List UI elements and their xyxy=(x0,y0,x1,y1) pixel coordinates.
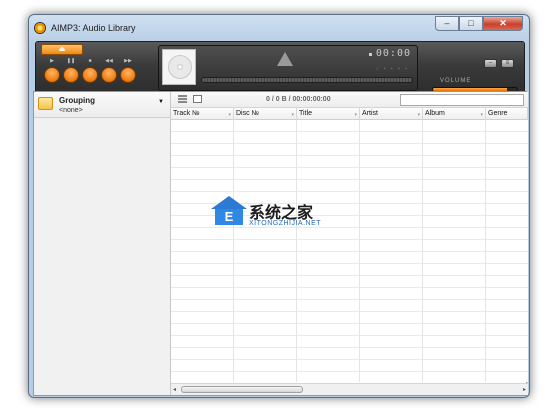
time-readout[interactable]: 00:00 xyxy=(376,48,411,59)
library-toolbar: 0 / 0 B / 00:00:00:00 xyxy=(171,92,528,108)
play-icon: ▶ xyxy=(50,58,54,64)
column-album[interactable]: Album ▾ xyxy=(423,108,486,120)
column-label: Artist xyxy=(362,110,378,117)
grouping-panel: Grouping <none> ▼ xyxy=(34,92,171,395)
grouping-title: Grouping xyxy=(59,96,95,105)
album-cover xyxy=(162,49,196,85)
scroll-left-icon[interactable]: ◂ xyxy=(173,386,176,393)
scroll-right-icon[interactable]: ▸ xyxy=(523,386,526,393)
minimize-player-button[interactable]: – xyxy=(484,59,497,68)
column-label: Disc № xyxy=(236,110,260,117)
sort-icon: ▾ xyxy=(354,112,357,118)
column-label: Title xyxy=(299,110,312,117)
volume-label: VOLUME xyxy=(440,78,472,84)
next-button[interactable]: ▶▶ xyxy=(120,58,136,83)
previous-button[interactable]: ◀◀ xyxy=(101,58,117,83)
track-display: 00:00 ♪ ▪ ▪ ▪ ▪ xyxy=(158,45,418,91)
aimp-app-icon[interactable] xyxy=(34,22,46,34)
watermark-english: XITONGZHIJIA.NET xyxy=(249,220,322,227)
track-table: Track № ▾ Disc № ▾ Title ▾ Artist ▾ Album ▾ G… xyxy=(171,108,528,382)
play-button[interactable]: ▶ xyxy=(44,58,60,83)
grouping-value: <none> xyxy=(59,107,83,114)
menu-button[interactable]: ≡ xyxy=(501,59,514,68)
cd-icon xyxy=(168,55,192,79)
caption-buttons: – □ ✕ xyxy=(435,16,523,31)
table-body[interactable] xyxy=(171,120,528,382)
maximize-button[interactable]: □ xyxy=(459,16,483,31)
next-icon: ▶▶ xyxy=(124,58,132,64)
status-indicator xyxy=(369,53,372,56)
title-bar[interactable]: AIMP3: Audio Library – □ ✕ xyxy=(29,15,529,41)
scroll-thumb[interactable] xyxy=(181,386,303,393)
mode-icons[interactable]: ♪ ▪ ▪ ▪ ▪ xyxy=(376,66,409,72)
minimize-button[interactable]: – xyxy=(435,16,459,31)
list-view-icon[interactable] xyxy=(178,95,187,103)
dropdown-arrow-icon[interactable]: ▼ xyxy=(158,99,164,105)
table-header: Track № ▾ Disc № ▾ Title ▾ Artist ▾ Album ▾ G… xyxy=(171,108,528,120)
logo-letter: E xyxy=(215,209,243,225)
window-title: AIMP3: Audio Library xyxy=(51,23,136,33)
column-artist[interactable]: Artist ▾ xyxy=(360,108,423,120)
next-knob[interactable] xyxy=(120,67,136,83)
aimp-logo-icon xyxy=(277,52,293,66)
stop-knob[interactable] xyxy=(82,67,98,83)
house-logo-icon: E xyxy=(211,196,247,226)
logo-roof xyxy=(211,196,247,209)
sort-icon: ▾ xyxy=(291,112,294,118)
pause-icon: ❚❚ xyxy=(66,58,76,64)
search-input[interactable] xyxy=(400,94,524,106)
sort-icon: ▾ xyxy=(228,112,231,118)
sort-icon: ▾ xyxy=(417,112,420,118)
column-track-number[interactable]: Track № ▾ xyxy=(171,108,234,120)
folder-icon xyxy=(38,97,53,110)
pause-button[interactable]: ❚❚ xyxy=(63,58,79,83)
album-view-icon[interactable] xyxy=(193,95,202,103)
close-button[interactable]: ✕ xyxy=(483,16,523,31)
pause-knob[interactable] xyxy=(63,67,79,83)
site-watermark: E 系统之家 XITONGZHIJIA.NET xyxy=(211,193,341,237)
column-label: Track № xyxy=(173,110,200,117)
previous-icon: ◀◀ xyxy=(105,58,113,64)
previous-knob[interactable] xyxy=(101,67,117,83)
column-genre[interactable]: Genre xyxy=(486,108,528,120)
library-summary: 0 / 0 B / 00:00:00:00 xyxy=(266,96,331,103)
stop-icon: ■ xyxy=(88,58,92,64)
column-label: Album xyxy=(425,110,445,117)
sort-icon: ▾ xyxy=(480,112,483,118)
eject-button[interactable]: ⏏ xyxy=(41,44,83,55)
stop-button[interactable]: ■ xyxy=(82,58,98,83)
grouping-selector[interactable]: Grouping <none> ▼ xyxy=(34,92,170,118)
column-label: Genre xyxy=(488,110,508,117)
seek-bar[interactable] xyxy=(201,77,413,83)
horizontal-scrollbar[interactable]: ◂ ▸ xyxy=(171,383,528,395)
column-title[interactable]: Title ▾ xyxy=(297,108,360,120)
column-disc-number[interactable]: Disc № ▾ xyxy=(234,108,297,120)
play-knob[interactable] xyxy=(44,67,60,83)
library-area: Grouping <none> ▼ 0 / 0 B / 00:00:00:00 … xyxy=(33,91,528,396)
transport-controls: ▶ ❚❚ ■ ◀◀ ▶▶ xyxy=(44,58,136,83)
